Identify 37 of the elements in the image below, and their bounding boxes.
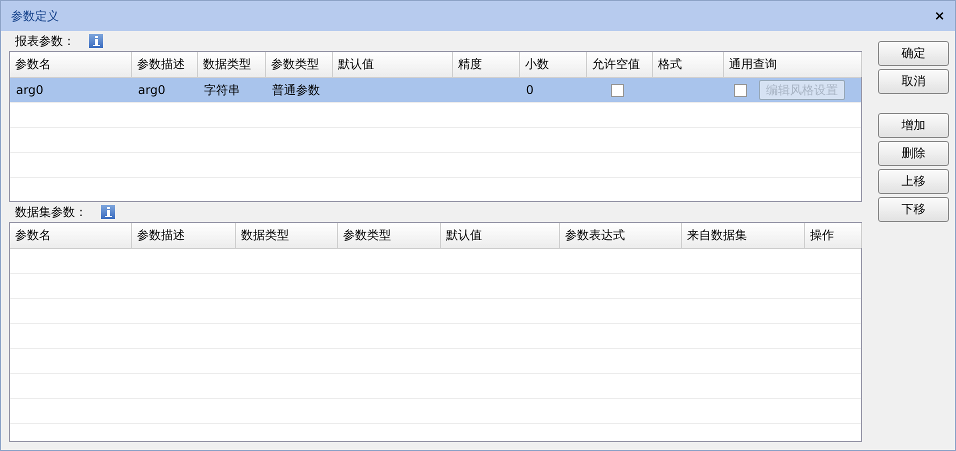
column-header[interactable]: 参数描述: [132, 223, 236, 248]
dialog-button[interactable]: 取消: [878, 69, 949, 94]
column-header[interactable]: 参数描述: [132, 52, 198, 77]
table-cell: 0: [526, 83, 534, 97]
column-header[interactable]: 默认值: [441, 223, 560, 248]
dialog-button[interactable]: 确定: [878, 41, 949, 66]
table-cell: 普通参数: [272, 82, 320, 98]
column-header[interactable]: 来自数据集: [682, 223, 805, 248]
column-header[interactable]: 参数类型: [338, 223, 441, 248]
section-label: 数据集参数：: [15, 204, 87, 220]
table-cell: arg0: [16, 83, 44, 97]
dialog-button[interactable]: 下移: [878, 197, 949, 222]
column-header[interactable]: 参数名: [10, 223, 132, 248]
column-header[interactable]: 参数类型: [266, 52, 333, 77]
dialog-button[interactable]: 删除: [878, 141, 949, 166]
checkbox[interactable]: [734, 84, 747, 96]
column-header[interactable]: 格式: [653, 52, 724, 77]
info-icon[interactable]: [101, 205, 115, 219]
column-header[interactable]: 精度: [453, 52, 520, 77]
window-title: 参数定义: [11, 8, 59, 24]
column-header[interactable]: 允许空值: [587, 52, 653, 77]
column-header[interactable]: 数据类型: [198, 52, 266, 77]
column-header[interactable]: 通用查询: [724, 52, 862, 77]
column-header[interactable]: 默认值: [333, 52, 453, 77]
column-header[interactable]: 参数名: [10, 52, 132, 77]
close-button[interactable]: ×: [934, 8, 945, 24]
column-header[interactable]: 参数表达式: [560, 223, 682, 248]
info-icon[interactable]: [89, 34, 103, 48]
section-label: 报表参数：: [15, 32, 75, 50]
column-header[interactable]: 操作: [805, 223, 862, 248]
dialog-button[interactable]: 增加: [878, 113, 949, 138]
column-header[interactable]: 小数: [520, 52, 587, 77]
table-cell: arg0: [138, 83, 166, 97]
dialog-button[interactable]: 上移: [878, 169, 949, 194]
column-header[interactable]: 数据类型: [236, 223, 338, 248]
checkbox[interactable]: [611, 84, 624, 96]
table-cell: 字符串: [204, 82, 240, 98]
